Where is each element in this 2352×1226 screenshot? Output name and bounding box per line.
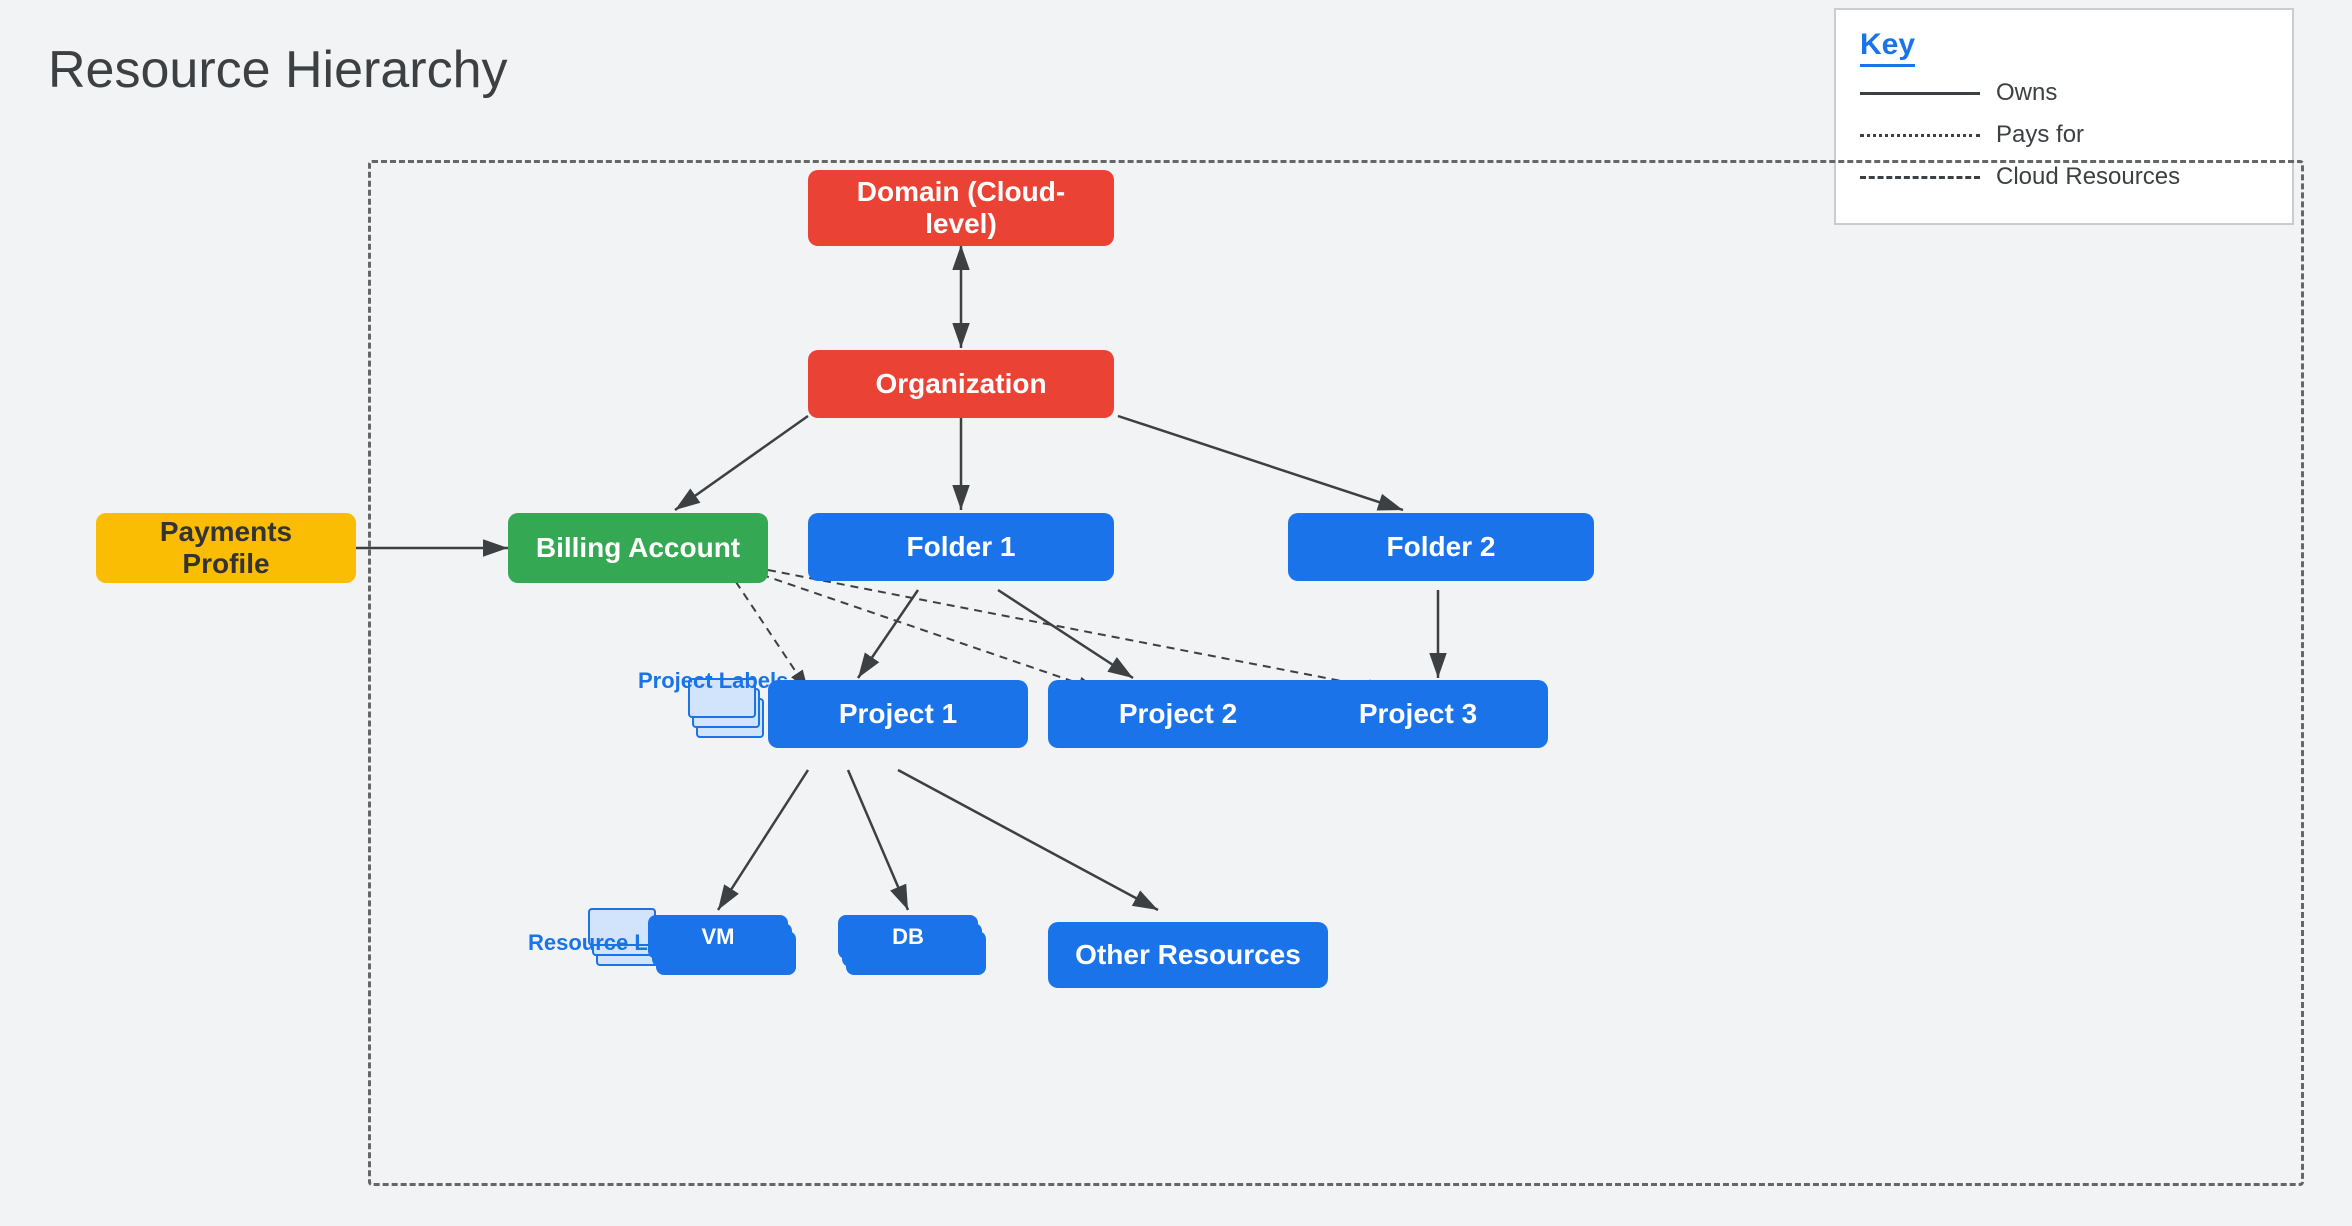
node-domain: Domain (Cloud-level) [808, 170, 1114, 246]
diagram: Domain (Cloud-level) Organization Billin… [48, 130, 2304, 1196]
node-other-resources: Other Resources [1048, 922, 1328, 988]
key-title: Key [1860, 28, 1915, 67]
node-billing-account: Billing Account [508, 513, 768, 583]
key-line-solid [1860, 92, 1980, 95]
node-project1: Project 1 [768, 680, 1028, 748]
node-folder1: Folder 1 [808, 513, 1114, 581]
node-organization: Organization [808, 350, 1114, 418]
key-label-owns: Owns [1996, 79, 2057, 107]
key-item-owns: Owns [1860, 79, 2268, 107]
project-labels-label: Project Labels [638, 668, 788, 694]
node-payments-profile: Payments Profile [96, 513, 356, 583]
vm-stack: VM [648, 915, 808, 985]
node-project3: Project 3 [1288, 680, 1548, 748]
node-folder2: Folder 2 [1288, 513, 1594, 581]
page-title: Resource Hierarchy [48, 40, 508, 100]
node-project2: Project 2 [1048, 680, 1308, 748]
db-stack: DB [838, 915, 998, 985]
